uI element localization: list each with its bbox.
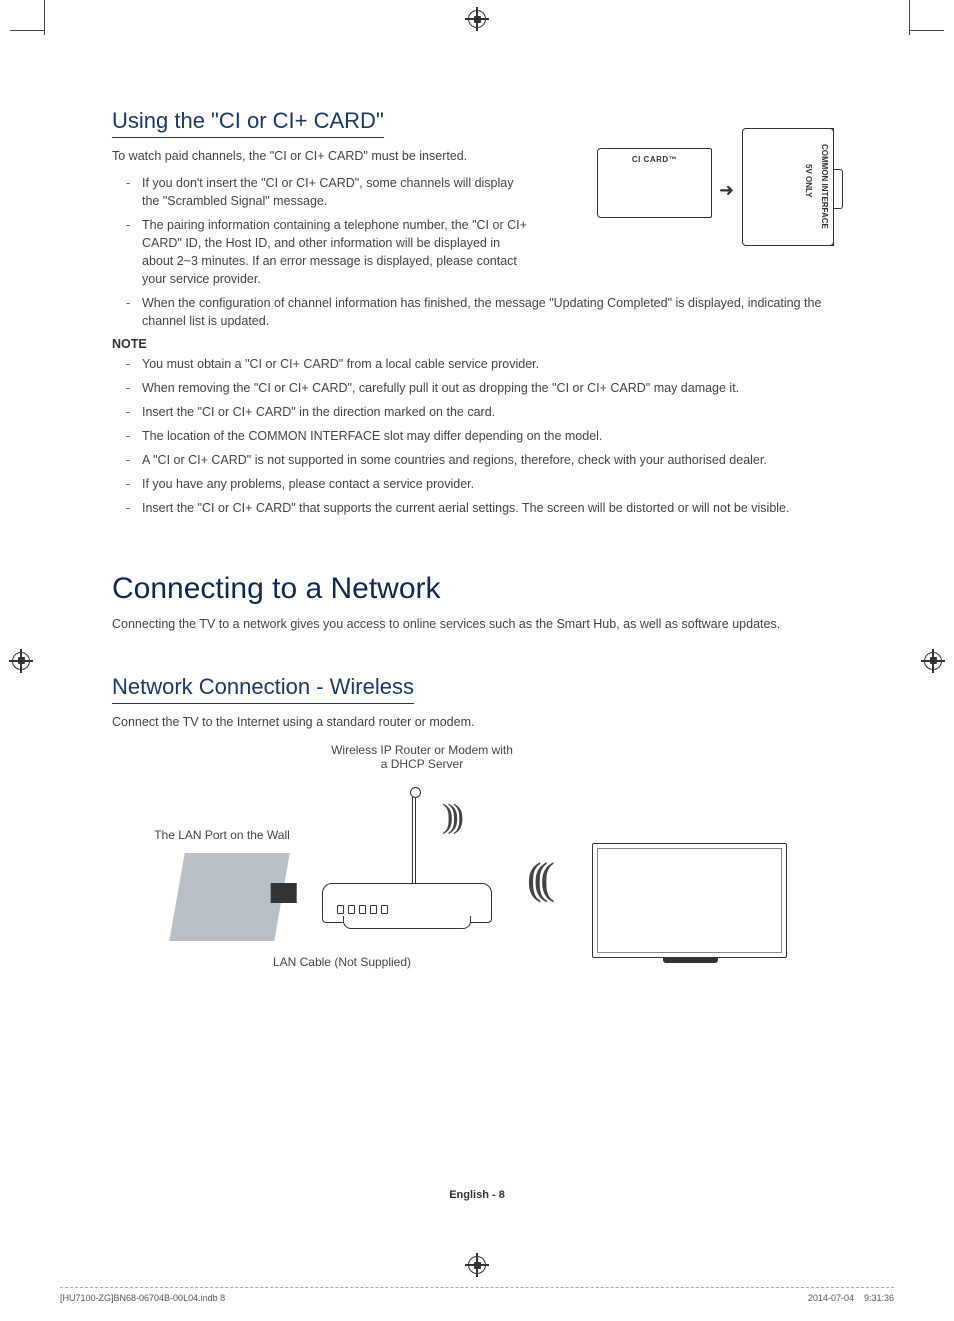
list-item: The location of the COMMON INTERFACE slo… xyxy=(130,427,842,445)
note-heading: NOTE xyxy=(112,337,842,351)
registration-mark-icon xyxy=(468,10,486,28)
note-list: You must obtain a "CI or CI+ CARD" from … xyxy=(112,355,842,518)
signal-waves-icon: ))) xyxy=(442,798,458,836)
chapter-heading: Connecting to a Network xyxy=(112,572,842,606)
section1-bullets-cont: When the configuration of channel inform… xyxy=(112,294,842,330)
page-number: English - 8 xyxy=(112,1189,842,1201)
list-item: A "CI or CI+ CARD" is not supported in s… xyxy=(130,451,842,469)
common-interface-label: COMMON INTERFACE xyxy=(820,144,829,229)
list-item: You must obtain a "CI or CI+ CARD" from … xyxy=(130,355,842,373)
section-heading-wireless: Network Connection - Wireless xyxy=(112,674,414,704)
lan-port-label: The LAN Port on the Wall xyxy=(137,828,307,842)
list-item: If you don't insert the "CI or CI+ CARD"… xyxy=(130,174,532,210)
ci-card-label: CI CARD™ xyxy=(598,155,711,164)
footer-divider xyxy=(60,1287,894,1288)
list-item: Insert the "CI or CI+ CARD" in the direc… xyxy=(130,403,842,421)
list-item: The pairing information containing a tel… xyxy=(130,216,532,289)
footer-timestamp: 2014-07-04 9:31:36 xyxy=(808,1293,894,1303)
chapter-intro: Connecting the TV to a network gives you… xyxy=(112,616,842,634)
list-item: Insert the "CI or CI+ CARD" that support… xyxy=(130,499,842,517)
list-item: When the configuration of channel inform… xyxy=(130,294,842,330)
registration-mark-icon xyxy=(924,652,942,670)
router-label: Wireless IP Router or Modem with a DHCP … xyxy=(322,743,522,771)
section1-intro: To watch paid channels, the "CI or CI+ C… xyxy=(112,148,532,166)
common-interface-icon: COMMON INTERFACE 5V ONLY xyxy=(742,128,834,246)
lan-wall-icon xyxy=(169,853,290,941)
router-icon xyxy=(322,883,492,933)
wireless-diagram: Wireless IP Router or Modem with a DHCP … xyxy=(112,743,842,973)
section2-intro: Connect the TV to the Internet using a s… xyxy=(112,714,842,732)
lan-cable-label: LAN Cable (Not Supplied) xyxy=(242,955,442,969)
tv-icon xyxy=(592,843,787,958)
ci-card-icon: CI CARD™ xyxy=(597,148,712,218)
ci-card-diagram: CI CARD™ ➜ COMMON INTERFACE 5V ONLY xyxy=(597,128,857,248)
list-item: When removing the "CI or CI+ CARD", care… xyxy=(130,379,842,397)
voltage-label: 5V ONLY xyxy=(804,164,813,198)
antenna-icon xyxy=(412,791,416,886)
arrow-right-icon: ➜ xyxy=(719,180,734,201)
registration-mark-icon xyxy=(12,652,30,670)
page-content: Using the "CI or CI+ CARD" To watch paid… xyxy=(112,108,842,1201)
list-item: If you have any problems, please contact… xyxy=(130,475,842,493)
section1-bullets: If you don't insert the "CI or CI+ CARD"… xyxy=(112,174,532,289)
registration-mark-icon xyxy=(468,1256,486,1274)
signal-waves-icon: ((( xyxy=(527,853,547,904)
footer-file: [HU7100-ZG]BN68-06704B-00L04.indb 8 xyxy=(60,1293,225,1303)
section-heading-ci-card: Using the "CI or CI+ CARD" xyxy=(112,108,384,138)
